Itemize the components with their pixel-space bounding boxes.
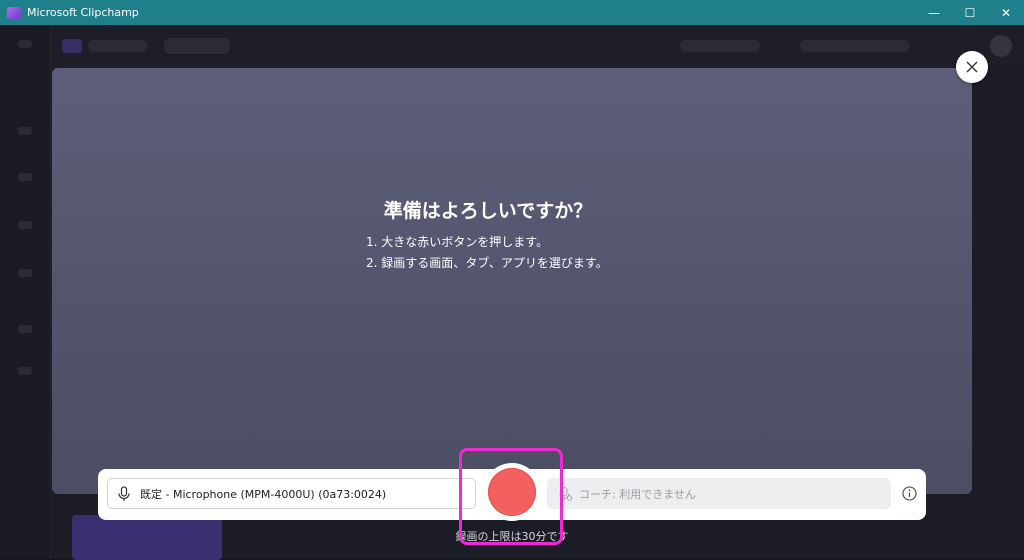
close-icon	[966, 61, 978, 73]
maximize-button[interactable]: ☐	[952, 0, 988, 25]
microphone-select[interactable]: 既定 - Microphone (MPM-4000U) (0a73:0024)	[107, 478, 476, 509]
background-pill	[164, 38, 230, 54]
microphone-select-value: 既定 - Microphone (MPM-4000U) (0a73:0024)	[140, 487, 387, 501]
background-pill	[800, 40, 910, 52]
record-button-highlight	[459, 448, 563, 545]
background-pill	[680, 40, 760, 52]
background-sidebar-icon	[18, 367, 32, 375]
window-titlebar: Microsoft Clipchamp — ☐ ✕	[0, 0, 1024, 25]
close-window-button[interactable]: ✕	[988, 0, 1024, 25]
window-title: Microsoft Clipchamp	[27, 6, 139, 19]
background-sidebar-icon	[18, 173, 32, 181]
background-menu-icon	[18, 40, 32, 48]
instruction-step-1: 1. 大きな赤いボタンを押します。	[366, 235, 549, 249]
background-sidebar-icon	[18, 325, 32, 333]
ready-heading: 準備はよろしいですか？	[383, 200, 593, 222]
clipchamp-logo-icon	[7, 6, 21, 19]
close-recorder-button[interactable]	[956, 51, 988, 83]
background-pill	[88, 40, 148, 52]
instruction-step-2: 2. 録画する画面、タブ、アプリを選びます。	[366, 256, 608, 270]
info-icon[interactable]	[902, 486, 917, 501]
microphone-icon	[118, 485, 130, 501]
background-sidebar-icon	[18, 127, 32, 135]
coach-status-text: コーチ: 利用できません	[579, 487, 696, 501]
coach-select: コーチ: 利用できません	[547, 478, 891, 509]
instruction-steps: 1. 大きな赤いボタンを押します。 2. 録画する画面、タブ、アプリを選びます。	[366, 232, 608, 274]
background-logo	[62, 39, 82, 53]
recording-preview-panel	[52, 68, 972, 494]
window-controls: — ☐ ✕	[916, 0, 1024, 25]
minimize-button[interactable]: —	[916, 0, 952, 25]
background-sidebar-icon	[18, 269, 32, 277]
background-sidebar	[0, 25, 51, 559]
background-avatar	[990, 35, 1012, 57]
